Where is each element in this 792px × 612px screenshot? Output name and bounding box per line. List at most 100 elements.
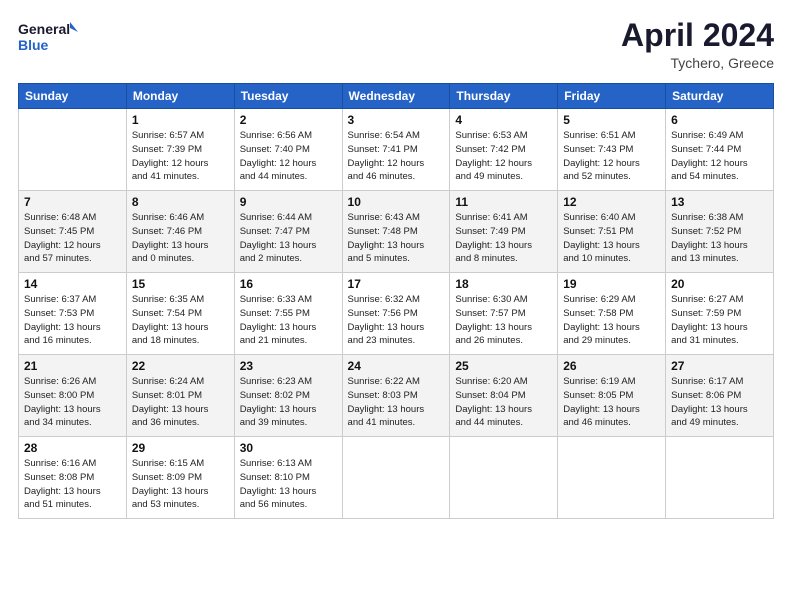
day-info: Sunrise: 6:49 AMSunset: 7:44 PMDaylight:… <box>671 129 768 184</box>
weekday-header-cell: Saturday <box>666 84 774 109</box>
day-info: Sunrise: 6:35 AMSunset: 7:54 PMDaylight:… <box>132 293 229 348</box>
svg-text:Blue: Blue <box>18 37 49 53</box>
calendar-cell: 23Sunrise: 6:23 AMSunset: 8:02 PMDayligh… <box>234 355 342 437</box>
calendar-cell: 8Sunrise: 6:46 AMSunset: 7:46 PMDaylight… <box>126 191 234 273</box>
logo: General Blue <box>18 18 78 56</box>
calendar-cell: 24 Sunrise: 6:22 AMSunset: 8:03 PMDayligh… <box>342 355 450 437</box>
calendar-week-row: 7 Sunrise: 6:48 AMSunset: 7:45 PMDaylight… <box>19 191 774 273</box>
day-info: Sunrise: 6:37 AMSunset: 7:53 PMDaylight:… <box>24 293 121 348</box>
calendar-cell: 12Sunrise: 6:40 AMSunset: 7:51 PMDayligh… <box>558 191 666 273</box>
calendar-cell: 7 Sunrise: 6:48 AMSunset: 7:45 PMDaylight… <box>19 191 127 273</box>
day-info: Sunrise: 6:27 AMSunset: 7:59 PMDaylight:… <box>671 293 768 348</box>
day-number: 18 <box>455 277 552 291</box>
day-info: Sunrise: 6:15 AMSunset: 8:09 PMDaylight:… <box>132 457 229 512</box>
day-number: 9 <box>240 195 337 209</box>
day-info: Sunrise: 6:29 AMSunset: 7:58 PMDaylight:… <box>563 293 660 348</box>
calendar-cell <box>450 437 558 519</box>
day-info: Sunrise: 6:57 AMSunset: 7:39 PMDaylight:… <box>132 129 229 184</box>
calendar-cell: 6 Sunrise: 6:49 AMSunset: 7:44 PMDaylight… <box>666 109 774 191</box>
day-info: Sunrise: 6:30 AMSunset: 7:57 PMDaylight:… <box>455 293 552 348</box>
day-number: 19 <box>563 277 660 291</box>
calendar-body: 1Sunrise: 6:57 AMSunset: 7:39 PMDaylight… <box>19 109 774 519</box>
day-number: 21 <box>24 359 121 373</box>
calendar-cell: 16 Sunrise: 6:33 AMSunset: 7:55 PMDayligh… <box>234 273 342 355</box>
month-title: April 2024 <box>621 18 774 53</box>
day-number: 24 <box>348 359 445 373</box>
weekday-header-row: SundayMondayTuesdayWednesdayThursdayFrid… <box>19 84 774 109</box>
day-number: 5 <box>563 113 660 127</box>
weekday-header-cell: Wednesday <box>342 84 450 109</box>
calendar-cell: 3 Sunrise: 6:54 AMSunset: 7:41 PMDaylight… <box>342 109 450 191</box>
day-number: 30 <box>240 441 337 455</box>
weekday-header-cell: Tuesday <box>234 84 342 109</box>
calendar-week-row: 14 Sunrise: 6:37 AMSunset: 7:53 PMDayligh… <box>19 273 774 355</box>
calendar-cell: 29 Sunrise: 6:15 AMSunset: 8:09 PMDayligh… <box>126 437 234 519</box>
weekday-header-cell: Monday <box>126 84 234 109</box>
day-number: 25 <box>455 359 552 373</box>
day-number: 10 <box>348 195 445 209</box>
calendar-week-row: 21 Sunrise: 6:26 AMSunset: 8:00 PMDayligh… <box>19 355 774 437</box>
calendar-cell: 30 Sunrise: 6:13 AMSunset: 8:10 PMDayligh… <box>234 437 342 519</box>
header: General Blue April 2024 Tychero, Greece <box>18 18 774 71</box>
day-number: 7 <box>24 195 121 209</box>
day-number: 22 <box>132 359 229 373</box>
calendar-cell: 1Sunrise: 6:57 AMSunset: 7:39 PMDaylight… <box>126 109 234 191</box>
day-info: Sunrise: 6:41 AMSunset: 7:49 PMDaylight:… <box>455 211 552 266</box>
calendar-cell: 20 Sunrise: 6:27 AMSunset: 7:59 PMDayligh… <box>666 273 774 355</box>
day-info: Sunrise: 6:51 AMSunset: 7:43 PMDaylight:… <box>563 129 660 184</box>
day-number: 17 <box>348 277 445 291</box>
day-info: Sunrise: 6:16 AMSunset: 8:08 PMDaylight:… <box>24 457 121 512</box>
page: General Blue April 2024 Tychero, Greece … <box>0 0 792 612</box>
title-block: April 2024 Tychero, Greece <box>621 18 774 71</box>
day-info: Sunrise: 6:43 AMSunset: 7:48 PMDaylight:… <box>348 211 445 266</box>
day-info: Sunrise: 6:56 AMSunset: 7:40 PMDaylight:… <box>240 129 337 184</box>
day-info: Sunrise: 6:17 AMSunset: 8:06 PMDaylight:… <box>671 375 768 430</box>
day-number: 20 <box>671 277 768 291</box>
calendar-cell: 25 Sunrise: 6:20 AMSunset: 8:04 PMDayligh… <box>450 355 558 437</box>
weekday-header-cell: Sunday <box>19 84 127 109</box>
day-info: Sunrise: 6:13 AMSunset: 8:10 PMDaylight:… <box>240 457 337 512</box>
calendar-cell: 10 Sunrise: 6:43 AMSunset: 7:48 PMDayligh… <box>342 191 450 273</box>
logo-svg: General Blue <box>18 18 78 56</box>
svg-text:General: General <box>18 21 70 37</box>
day-info: Sunrise: 6:54 AMSunset: 7:41 PMDaylight:… <box>348 129 445 184</box>
day-info: Sunrise: 6:38 AMSunset: 7:52 PMDaylight:… <box>671 211 768 266</box>
weekday-header-cell: Friday <box>558 84 666 109</box>
calendar-week-row: 28 Sunrise: 6:16 AMSunset: 8:08 PMDayligh… <box>19 437 774 519</box>
calendar-cell: 17Sunrise: 6:32 AMSunset: 7:56 PMDayligh… <box>342 273 450 355</box>
calendar-cell: 22Sunrise: 6:24 AMSunset: 8:01 PMDayligh… <box>126 355 234 437</box>
day-number: 14 <box>24 277 121 291</box>
calendar-cell: 19 Sunrise: 6:29 AMSunset: 7:58 PMDayligh… <box>558 273 666 355</box>
calendar-cell: 9 Sunrise: 6:44 AMSunset: 7:47 PMDaylight… <box>234 191 342 273</box>
calendar-cell: 27 Sunrise: 6:17 AMSunset: 8:06 PMDayligh… <box>666 355 774 437</box>
day-number: 12 <box>563 195 660 209</box>
day-number: 16 <box>240 277 337 291</box>
day-info: Sunrise: 6:48 AMSunset: 7:45 PMDaylight:… <box>24 211 121 266</box>
day-info: Sunrise: 6:44 AMSunset: 7:47 PMDaylight:… <box>240 211 337 266</box>
day-info: Sunrise: 6:46 AMSunset: 7:46 PMDaylight:… <box>132 211 229 266</box>
day-number: 2 <box>240 113 337 127</box>
calendar-cell: 28 Sunrise: 6:16 AMSunset: 8:08 PMDayligh… <box>19 437 127 519</box>
day-info: Sunrise: 6:26 AMSunset: 8:00 PMDaylight:… <box>24 375 121 430</box>
day-info: Sunrise: 6:20 AMSunset: 8:04 PMDaylight:… <box>455 375 552 430</box>
calendar-cell: 14 Sunrise: 6:37 AMSunset: 7:53 PMDayligh… <box>19 273 127 355</box>
calendar-cell <box>666 437 774 519</box>
calendar-cell <box>342 437 450 519</box>
day-number: 28 <box>24 441 121 455</box>
calendar-cell: 5 Sunrise: 6:51 AMSunset: 7:43 PMDaylight… <box>558 109 666 191</box>
day-number: 27 <box>671 359 768 373</box>
calendar-cell: 18 Sunrise: 6:30 AMSunset: 7:57 PMDayligh… <box>450 273 558 355</box>
day-info: Sunrise: 6:33 AMSunset: 7:55 PMDaylight:… <box>240 293 337 348</box>
day-number: 3 <box>348 113 445 127</box>
calendar-cell: 2 Sunrise: 6:56 AMSunset: 7:40 PMDaylight… <box>234 109 342 191</box>
calendar-cell: 4Sunrise: 6:53 AMSunset: 7:42 PMDaylight… <box>450 109 558 191</box>
day-info: Sunrise: 6:53 AMSunset: 7:42 PMDaylight:… <box>455 129 552 184</box>
day-info: Sunrise: 6:22 AMSunset: 8:03 PMDaylight:… <box>348 375 445 430</box>
day-number: 26 <box>563 359 660 373</box>
day-number: 23 <box>240 359 337 373</box>
day-info: Sunrise: 6:19 AMSunset: 8:05 PMDaylight:… <box>563 375 660 430</box>
day-number: 15 <box>132 277 229 291</box>
calendar-cell: 11Sunrise: 6:41 AMSunset: 7:49 PMDayligh… <box>450 191 558 273</box>
day-number: 6 <box>671 113 768 127</box>
day-number: 29 <box>132 441 229 455</box>
